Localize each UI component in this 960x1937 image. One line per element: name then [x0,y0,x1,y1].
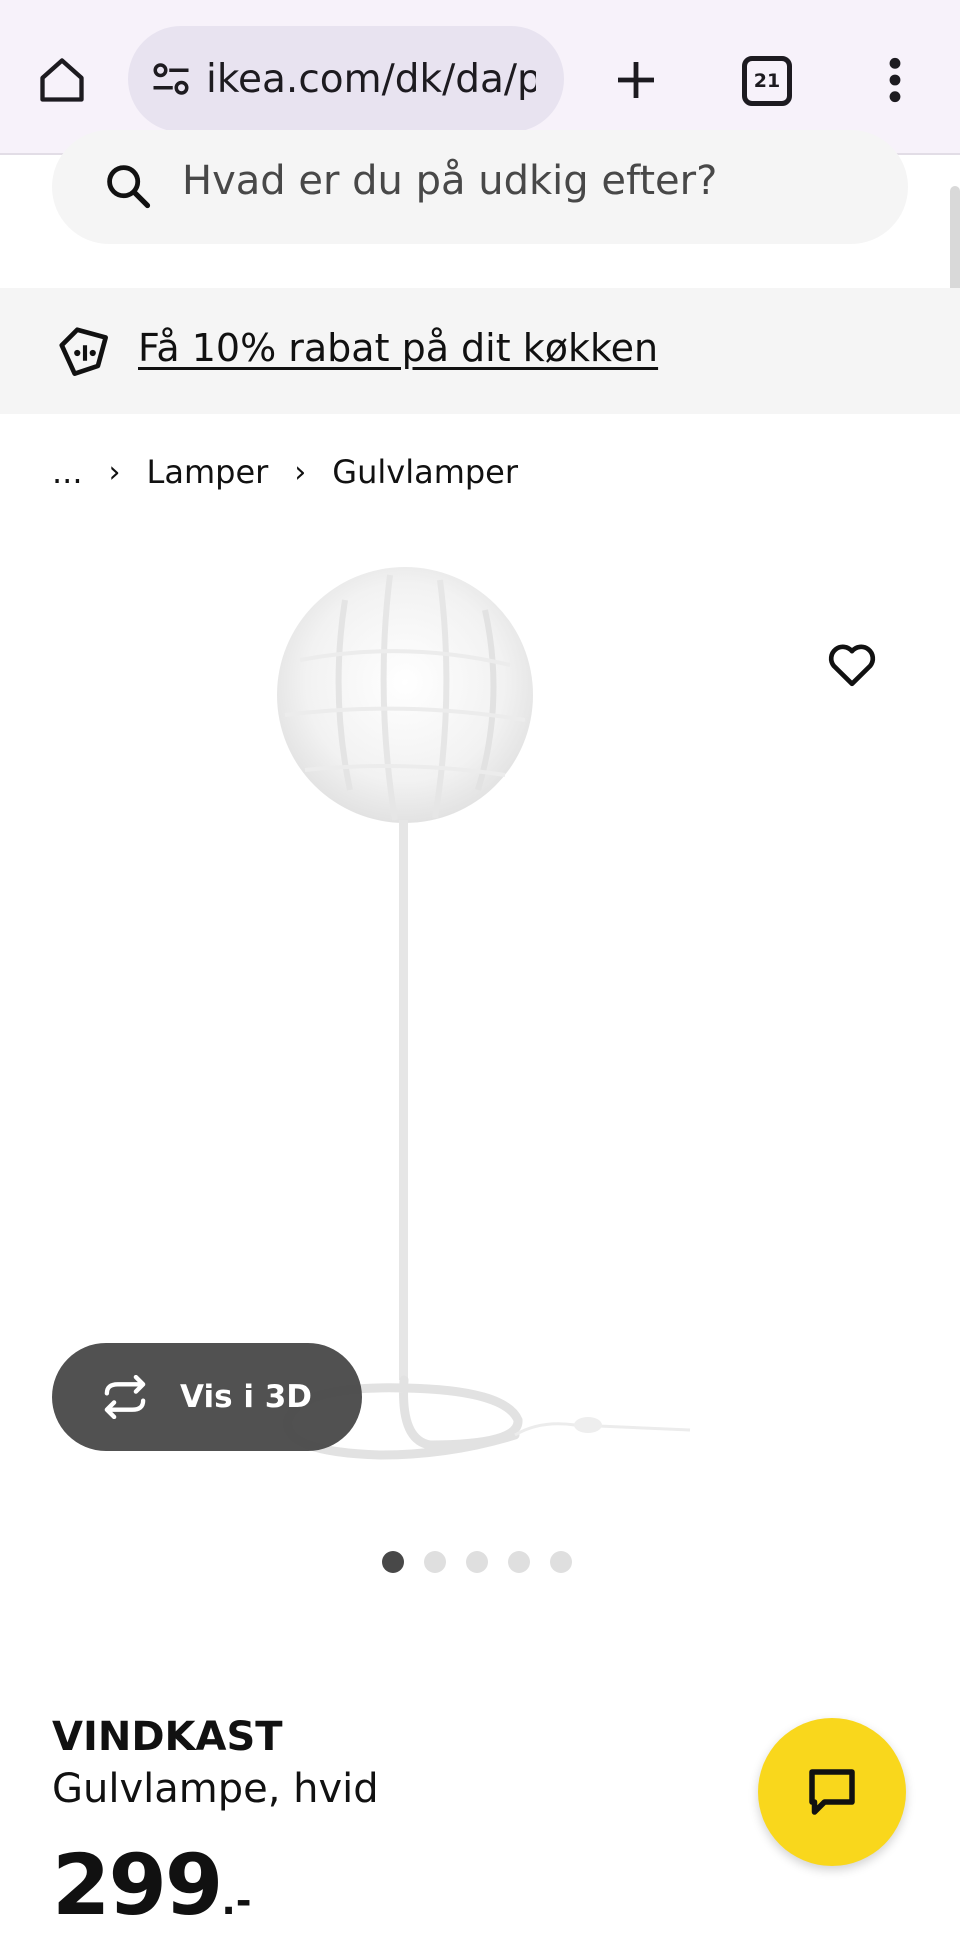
price-suffix: .- [221,1879,252,1923]
price-tag-icon [59,327,108,376]
view-in-3d-button[interactable]: Vis i 3D [52,1343,362,1451]
lamp-pole [399,820,408,1380]
pagination-dot-5[interactable] [550,1551,572,1573]
url-text[interactable]: ikea.com/dk/da/p/ [206,57,536,102]
breadcrumb-ellipsis[interactable]: ... [52,453,83,491]
pagination-dot-2[interactable] [424,1551,446,1573]
product-price: 299.- [52,1836,252,1934]
search-icon [107,165,151,209]
chat-icon [809,1769,855,1815]
price-value: 299 [52,1836,223,1934]
lamp-switch [574,1417,602,1433]
product-name: VINDKAST [52,1714,283,1760]
breadcrumb: ... › Lamper › Gulvlamper [52,450,518,494]
search-bar[interactable]: Hvad er du på udkig efter? [52,130,908,244]
heart-icon[interactable] [824,636,880,692]
chat-button[interactable] [758,1718,906,1866]
more-menu-button[interactable] [870,48,920,112]
breadcrumb-lamper[interactable]: Lamper [147,453,269,491]
plus-icon [618,62,654,98]
rotate-3d-icon [104,1375,146,1419]
chevron-right-icon: › [108,454,121,490]
tab-switcher-button[interactable]: 21 [742,56,792,106]
chevron-right-icon: › [294,454,307,490]
tune-icon [153,63,189,95]
home-icon [40,58,84,102]
image-pagination [382,1550,592,1574]
new-tab-button[interactable] [604,48,668,112]
breadcrumb-gulvlamper[interactable]: Gulvlamper [332,453,518,491]
pagination-dot-1[interactable] [382,1551,404,1573]
pagination-dot-4[interactable] [508,1551,530,1573]
address-bar[interactable]: ikea.com/dk/da/p/ [128,26,564,132]
lamp-cord [514,1422,691,1437]
home-button[interactable] [30,48,94,112]
pagination-dot-3[interactable] [466,1551,488,1573]
promo-link[interactable]: Få 10% rabat på dit køkken [138,326,658,370]
more-vert-icon [889,57,901,103]
product-description: Gulvlampe, hvid [52,1766,379,1812]
lamp-shade [277,567,533,823]
view-in-3d-label: Vis i 3D [180,1379,313,1415]
site-settings-button[interactable] [148,56,194,102]
search-input[interactable]: Hvad er du på udkig efter? [182,158,717,204]
